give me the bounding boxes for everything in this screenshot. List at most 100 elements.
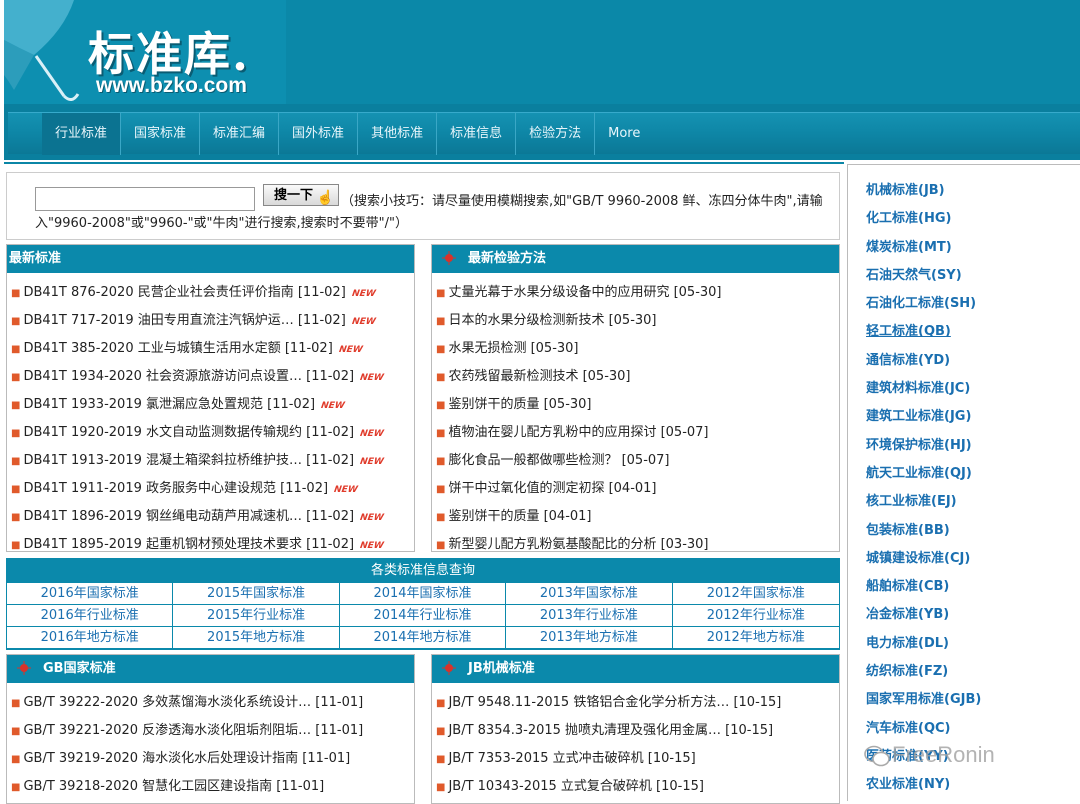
- info-query-link[interactable]: 2014年行业标准: [339, 605, 507, 627]
- info-query-link[interactable]: 2012年地方标准: [672, 627, 839, 649]
- category-link[interactable]: 通信标准(YD): [866, 351, 1080, 379]
- info-query-link[interactable]: 2012年行业标准: [672, 605, 839, 627]
- list-item-link[interactable]: DB41T 1911-2019 政务服务中心建设规范 [11-02]: [23, 481, 328, 496]
- list-item-link[interactable]: JB/T 9548.11-2015 铁铬铝合金化学分析方法… [10-15]: [448, 695, 781, 710]
- nav-item[interactable]: 检验方法: [516, 113, 596, 155]
- list-item[interactable]: ■ GB/T 39219-2020 海水淡化水后处理设计指南 [11-01]: [7, 745, 414, 773]
- list-item[interactable]: ■ DB41T 876-2020 民营企业社会责任评价指南 [11-02] NEW: [7, 279, 414, 307]
- list-item[interactable]: ■ 水果无损检测 [05-30]: [432, 335, 839, 363]
- list-item-link[interactable]: GB/T 39221-2020 反渗透海水淡化阻垢剂阻垢… [11-01]: [23, 723, 363, 738]
- list-item-link[interactable]: DB41T 1895-2019 起重机钢材预处理技术要求 [11-02]: [23, 537, 354, 552]
- list-item-link[interactable]: 鉴别饼干的质量 [04-01]: [448, 509, 591, 524]
- category-link[interactable]: 环境保护标准(HJ): [866, 436, 1080, 464]
- category-link[interactable]: 石油化工标准(SH): [866, 294, 1080, 322]
- info-query-link[interactable]: 2015年行业标准: [173, 605, 340, 627]
- info-query-link[interactable]: 2014年地方标准: [339, 627, 507, 649]
- info-query-link[interactable]: 2016年地方标准: [7, 627, 174, 649]
- list-item-link[interactable]: 植物油在婴儿配方乳粉中的应用探讨 [05-07]: [448, 425, 708, 440]
- list-item-link[interactable]: JB/T 7353-2015 立式冲击破碎机 [10-15]: [448, 751, 695, 766]
- list-item-link[interactable]: 饼干中过氧化值的测定初探 [04-01]: [448, 481, 656, 496]
- info-query-link[interactable]: 2015年地方标准: [173, 627, 340, 649]
- nav-item[interactable]: 标准信息: [437, 113, 517, 155]
- list-item[interactable]: ■ GB/T 39218-2020 智慧化工园区建设指南 [11-01]: [7, 773, 414, 801]
- list-item[interactable]: ■ JB/T 10343-2015 立式复合破碎机 [10-15]: [432, 773, 839, 801]
- list-item-link[interactable]: 水果无损检测 [05-30]: [448, 341, 578, 356]
- list-item[interactable]: ■ DB41T 1911-2019 政务服务中心建设规范 [11-02] NEW: [7, 475, 414, 503]
- category-link[interactable]: 核工业标准(EJ): [866, 492, 1080, 520]
- list-item-link[interactable]: DB41T 1934-2020 社会资源旅游访问点设置… [11-02]: [23, 369, 354, 384]
- list-item[interactable]: ■ JB/T 9548.11-2015 铁铬铝合金化学分析方法… [10-15]: [432, 689, 839, 717]
- info-query-link[interactable]: 2014年国家标准: [339, 583, 507, 605]
- search-input[interactable]: [35, 187, 255, 211]
- list-item[interactable]: ■ JB/T 8354.3-2015 抛喷丸清理及强化用金属… [10-15]: [432, 717, 839, 745]
- list-item-link[interactable]: DB41T 1913-2019 混凝土箱梁斜拉桥维护技… [11-02]: [23, 453, 354, 468]
- list-item-link[interactable]: DB41T 876-2020 民营企业社会责任评价指南 [11-02]: [23, 285, 345, 300]
- list-item[interactable]: ■ DB41T 1934-2020 社会资源旅游访问点设置… [11-02] NEW: [7, 363, 414, 391]
- list-item[interactable]: ■ DB41T 1920-2019 水文自动监测数据传输规约 [11-02] NEW: [7, 419, 414, 447]
- list-item-link[interactable]: DB41T 1933-2019 氯泄漏应急处置规范 [11-02]: [23, 397, 315, 412]
- nav-item[interactable]: 国家标准: [121, 113, 201, 155]
- category-link[interactable]: 机械标准(JB): [866, 181, 1080, 209]
- info-query-link[interactable]: 2013年行业标准: [506, 605, 673, 627]
- list-item-link[interactable]: GB/T 39219-2020 海水淡化水后处理设计指南 [11-01]: [23, 751, 350, 766]
- list-item-link[interactable]: 日本的水果分级检测新技术 [05-30]: [448, 313, 656, 328]
- search-button[interactable]: 搜一下 ☝: [263, 184, 339, 206]
- info-query-link[interactable]: 2013年国家标准: [506, 583, 673, 605]
- list-item-link[interactable]: DB41T 717-2019 油田专用直流注汽锅炉运… [11-02]: [23, 313, 345, 328]
- info-query-link[interactable]: 2012年国家标准: [672, 583, 839, 605]
- nav-item[interactable]: 其他标准: [358, 113, 438, 155]
- category-link[interactable]: 纺织标准(FZ): [866, 662, 1080, 690]
- nav-item[interactable]: More: [595, 113, 653, 155]
- nav-item[interactable]: 标准汇编: [200, 113, 280, 155]
- info-query-link[interactable]: 2016年行业标准: [7, 605, 174, 627]
- category-link[interactable]: 包装标准(BB): [866, 521, 1080, 549]
- list-item-link[interactable]: GB/T 39222-2020 多效蒸馏海水淡化系统设计… [11-01]: [23, 695, 363, 710]
- list-item-link[interactable]: DB41T 1920-2019 水文自动监测数据传输规约 [11-02]: [23, 425, 354, 440]
- list-item[interactable]: ■ 植物油在婴儿配方乳粉中的应用探讨 [05-07]: [432, 419, 839, 447]
- nav-item[interactable]: 国外标准: [279, 113, 359, 155]
- list-item-link[interactable]: DB41T 385-2020 工业与城镇生活用水定额 [11-02]: [23, 341, 332, 356]
- category-link[interactable]: 建筑工业标准(JG): [866, 407, 1080, 435]
- list-item[interactable]: ■ 饼干中过氧化值的测定初探 [04-01]: [432, 475, 839, 503]
- list-item-link[interactable]: DB41T 1896-2019 钢丝绳电动葫芦用减速机… [11-02]: [23, 509, 354, 524]
- category-link[interactable]: 冶金标准(YB): [866, 605, 1080, 633]
- list-item[interactable]: ■ JB/T 7353-2015 立式冲击破碎机 [10-15]: [432, 745, 839, 773]
- list-item[interactable]: ■ 日本的水果分级检测新技术 [05-30]: [432, 307, 839, 335]
- list-item[interactable]: ■ GB/T 39222-2020 多效蒸馏海水淡化系统设计… [11-01]: [7, 689, 414, 717]
- site-logo[interactable]: 标准库. www.bzko.com: [4, 0, 286, 104]
- list-item[interactable]: ■ DB41T 385-2020 工业与城镇生活用水定额 [11-02] NEW: [7, 335, 414, 363]
- category-link[interactable]: 建筑材料标准(JC): [866, 379, 1080, 407]
- category-link[interactable]: 化工标准(HG): [866, 209, 1080, 237]
- list-item[interactable]: ■ DB41T 1896-2019 钢丝绳电动葫芦用减速机… [11-02] NEW: [7, 503, 414, 531]
- nav-item[interactable]: 行业标准: [42, 113, 122, 155]
- list-item-link[interactable]: 农药残留最新检测技术 [05-30]: [448, 369, 630, 384]
- list-item[interactable]: ■ DB41T 1913-2019 混凝土箱梁斜拉桥维护技… [11-02] NEW: [7, 447, 414, 475]
- category-link[interactable]: 国家军用标准(GJB): [866, 690, 1080, 718]
- category-link[interactable]: 航天工业标准(QJ): [866, 464, 1080, 492]
- category-link[interactable]: 城镇建设标准(CJ): [866, 549, 1080, 577]
- category-link[interactable]: 石油天然气(SY): [866, 266, 1080, 294]
- list-item-link[interactable]: JB/T 10343-2015 立式复合破碎机 [10-15]: [448, 779, 704, 794]
- category-link[interactable]: 煤炭标准(MT): [866, 238, 1080, 266]
- list-item[interactable]: ■ 新型婴儿配方乳粉氨基酸配比的分析 [03-30]: [432, 531, 839, 559]
- list-item-link[interactable]: 鉴别饼干的质量 [05-30]: [448, 397, 591, 412]
- list-item[interactable]: ■ 膨化食品一般都做哪些检测？ [05-07]: [432, 447, 839, 475]
- list-item-link[interactable]: 新型婴儿配方乳粉氨基酸配比的分析 [03-30]: [448, 537, 708, 552]
- category-link[interactable]: 船舶标准(CB): [866, 577, 1080, 605]
- info-query-link[interactable]: 2013年地方标准: [506, 627, 673, 649]
- list-item-link[interactable]: 膨化食品一般都做哪些检测？ [05-07]: [448, 453, 669, 468]
- list-item[interactable]: ■ DB41T 717-2019 油田专用直流注汽锅炉运… [11-02] NEW: [7, 307, 414, 335]
- category-link[interactable]: 农业标准(NY): [866, 775, 1080, 803]
- list-item-link[interactable]: 丈量光幕于水果分级设备中的应用研究 [05-30]: [448, 285, 721, 300]
- list-item-link[interactable]: GB/T 39218-2020 智慧化工园区建设指南 [11-01]: [23, 779, 324, 794]
- category-link[interactable]: 轻工标准(QB): [866, 322, 1080, 350]
- list-item[interactable]: ■ 农药残留最新检测技术 [05-30]: [432, 363, 839, 391]
- list-item[interactable]: ■ GB/T 39221-2020 反渗透海水淡化阻垢剂阻垢… [11-01]: [7, 717, 414, 745]
- list-item-link[interactable]: JB/T 8354.3-2015 抛喷丸清理及强化用金属… [10-15]: [448, 723, 773, 738]
- list-item[interactable]: ■ DB41T 1895-2019 起重机钢材预处理技术要求 [11-02] NEW: [7, 531, 414, 559]
- info-query-link[interactable]: 2016年国家标准: [7, 583, 174, 605]
- list-item[interactable]: ■ 鉴别饼干的质量 [05-30]: [432, 391, 839, 419]
- category-link[interactable]: 电力标准(DL): [866, 634, 1080, 662]
- list-item[interactable]: ■ DB41T 1933-2019 氯泄漏应急处置规范 [11-02] NEW: [7, 391, 414, 419]
- list-item[interactable]: ■ 丈量光幕于水果分级设备中的应用研究 [05-30]: [432, 279, 839, 307]
